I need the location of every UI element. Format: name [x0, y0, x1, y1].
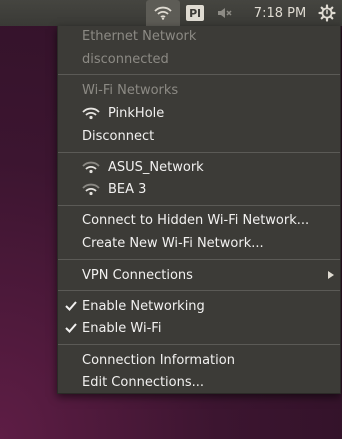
connect-hidden-network-item[interactable]: Connect to Hidden Wi-Fi Network... [58, 209, 340, 231]
vpn-connections-label: VPN Connections [82, 267, 193, 283]
wifi-networks-header: Wi-Fi Networks [82, 82, 179, 98]
wifi-signal-icon [82, 161, 100, 174]
top-panel: Pl 7:18 PM [0, 0, 342, 26]
network-item-asus[interactable]: ASUS_Network [58, 156, 340, 178]
checkmark-icon [65, 323, 77, 333]
network-name: ASUS_Network [108, 159, 204, 175]
separator [58, 290, 340, 291]
separator [58, 205, 340, 206]
separator [58, 344, 340, 345]
submenu-arrow-icon [328, 271, 334, 279]
connection-information-item[interactable]: Connection Information [58, 349, 340, 371]
enable-networking-label: Enable Networking [82, 298, 205, 314]
network-menu: Ethernet Network disconnected Wi-Fi Netw… [57, 26, 341, 394]
enable-wifi-label: Enable Wi-Fi [82, 320, 162, 336]
create-new-network-item[interactable]: Create New Wi-Fi Network... [58, 232, 340, 254]
ethernet-status: disconnected [82, 51, 169, 67]
wifi-signal-icon [82, 107, 100, 120]
session-menu[interactable] [314, 0, 340, 26]
network-indicator[interactable] [146, 0, 180, 26]
edit-connections-item[interactable]: Edit Connections... [58, 371, 340, 393]
vpn-connections-item[interactable]: VPN Connections [58, 264, 340, 286]
wifi-icon [154, 6, 172, 20]
enable-networking-item[interactable]: Enable Networking [58, 295, 340, 317]
ethernet-header: Ethernet Network [82, 28, 197, 44]
separator [58, 152, 340, 153]
sound-indicator[interactable] [212, 0, 238, 26]
network-item-bea3[interactable]: BEA 3 [58, 178, 340, 200]
checkmark-icon [65, 301, 77, 311]
volume-muted-icon [218, 8, 232, 18]
keyboard-layout-icon: Pl [186, 5, 204, 21]
wifi-signal-icon [82, 183, 100, 196]
network-name: BEA 3 [108, 181, 147, 197]
keyboard-layout-indicator[interactable]: Pl [182, 0, 208, 26]
network-item-pinkhole[interactable]: PinkHole [58, 102, 340, 124]
separator [58, 74, 340, 75]
separator [58, 259, 340, 260]
network-name: PinkHole [108, 105, 165, 121]
enable-wifi-item[interactable]: Enable Wi-Fi [58, 317, 340, 339]
power-gear-icon [318, 4, 336, 22]
clock[interactable]: 7:18 PM [246, 0, 314, 26]
disconnect-item[interactable]: Disconnect [58, 125, 340, 147]
